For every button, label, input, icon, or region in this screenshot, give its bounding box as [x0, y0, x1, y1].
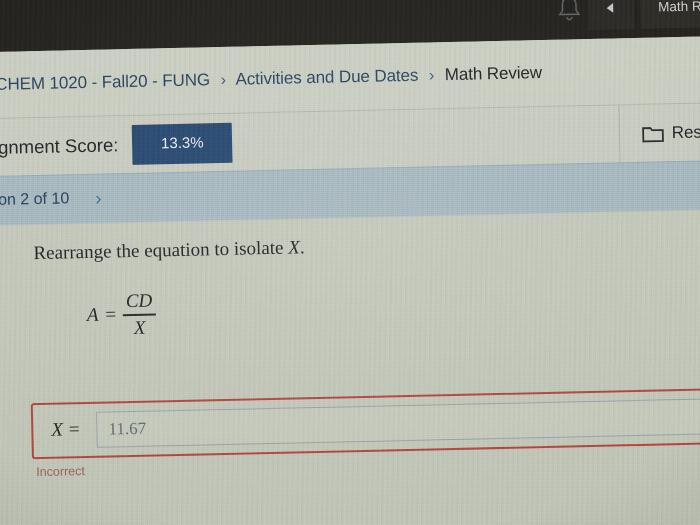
- breadcrumb: ge - CHEM 1020 - Fall20 - FUNG › Activit…: [0, 63, 542, 96]
- next-question-arrow-icon[interactable]: ›: [95, 188, 102, 209]
- browser-chrome-right: Math Review: [556, 0, 700, 40]
- fraction-bar: [123, 313, 156, 317]
- answer-label: X =: [33, 419, 97, 442]
- breadcrumb-separator-2: ›: [428, 67, 435, 85]
- bell-icon[interactable]: [556, 0, 583, 24]
- equation-operator: =: [105, 304, 117, 326]
- equation-display: A = CD X: [86, 290, 156, 340]
- breadcrumb-activities[interactable]: Activities and Due Dates: [235, 66, 418, 89]
- assignment-score-badge: 13.3%: [131, 122, 233, 165]
- prompt-text-before: Rearrange the equation to isolate: [33, 237, 289, 265]
- equation-lhs: A: [86, 304, 99, 327]
- resources-button[interactable]: Resources: [620, 121, 700, 144]
- screen-photo: Math Review ge - CHEM 1020 - Fall20 - FU…: [0, 0, 700, 525]
- score-bar-spacer: [232, 134, 618, 142]
- question-prompt: Rearrange the equation to isolate X.: [33, 237, 305, 265]
- answer-field-group[interactable]: X = 11.67: [30, 386, 700, 460]
- breadcrumb-current: Math Review: [444, 63, 543, 85]
- breadcrumb-course[interactable]: ge - CHEM 1020 - Fall20 - FUNG: [0, 70, 210, 94]
- equation-numerator: CD: [125, 290, 153, 313]
- caret-left-icon[interactable]: [587, 0, 635, 30]
- breadcrumb-separator-1: ›: [220, 71, 227, 90]
- resources-label: Resources: [671, 120, 700, 142]
- question-counter: uestion 2 of 10: [0, 190, 70, 210]
- equation-denominator: X: [133, 317, 146, 339]
- tab-label: Math Review: [658, 0, 700, 14]
- answer-input-value: 11.67: [108, 418, 147, 439]
- browser-screen: Math Review ge - CHEM 1020 - Fall20 - FU…: [0, 0, 700, 525]
- answer-status-incorrect: Incorrect: [36, 464, 86, 480]
- equation-fraction: CD X: [123, 290, 156, 339]
- folder-icon: [641, 124, 664, 142]
- answer-label-operator: =: [67, 419, 81, 441]
- answer-input[interactable]: 11.67: [96, 396, 700, 448]
- assignment-score-label: Assignment Score:: [0, 133, 119, 159]
- answer-label-variable: X: [51, 419, 64, 441]
- prompt-text-after: .: [299, 237, 305, 259]
- question-body: Rearrange the equation to isolate X. A =…: [0, 209, 700, 525]
- tab-math-review[interactable]: Math Review: [639, 0, 700, 29]
